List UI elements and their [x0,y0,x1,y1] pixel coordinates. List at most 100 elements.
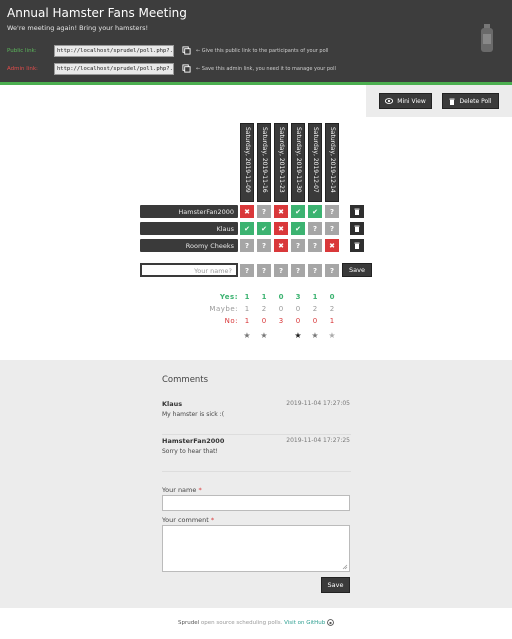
resize-handle-icon[interactable] [342,564,348,570]
no-count: 1 [244,317,250,325]
new-vote-toggle[interactable]: ? [274,264,288,277]
date-header: Saturday, 2019-12-14 [325,123,339,202]
yes-count: 0 [278,293,284,301]
public-link-hint: ← Give this public link to the participa… [196,48,329,54]
no-count: 1 [329,317,335,325]
footer: Sprudel open source scheduling polls. Vi… [0,619,512,626]
vote-yes-cell: ✔ [291,205,305,218]
trash-icon [449,98,455,105]
maybe-count: 1 [244,305,250,313]
trash-icon [354,242,360,249]
admin-link-hint: ← Save this admin link, you need it to m… [196,66,336,72]
best-date-star-icon: ★ [294,331,302,340]
vote-maybe-cell: ? [308,239,322,252]
mini-view-label: Mini View [397,97,426,105]
comment-item: HamsterFan2000 2019-11-04 17:27:25 Sorry… [162,437,351,472]
new-vote-toggle[interactable]: ? [291,264,305,277]
maybe-count: 2 [312,305,318,313]
no-count: 0 [261,317,267,325]
best-date-star-icon: ★ [260,331,268,340]
admin-link-row: Admin link: http://localhost/sprudel/pol… [7,63,407,76]
footer-text: open source scheduling polls. [200,620,283,626]
poll-area [0,85,512,360]
best-date-star-icon: ★ [243,331,251,340]
maybe-count: 0 [295,305,301,313]
trash-icon [354,225,360,232]
date-header: Saturday, 2019-11-16 [257,123,271,202]
poll-description: We're meeting again! Bring your hamsters… [7,24,149,32]
no-count: 0 [312,317,318,325]
copy-icon[interactable] [182,64,191,73]
github-icon[interactable] [327,619,334,626]
your-comment-label: Your comment * [162,516,215,524]
vote-no-cell: ✖ [325,239,339,252]
comments-heading: Comments [162,375,209,385]
comment-text: Sorry to hear that! [162,448,218,455]
delete-poll-button[interactable]: Delete Poll [442,93,499,109]
delete-entry-button[interactable] [350,239,364,252]
comment-name-input[interactable] [162,495,350,511]
public-link-field[interactable]: http://localhost/sprudel/poll.php?... [54,45,174,57]
poll-title: Annual Hamster Fans Meeting [7,6,187,20]
mini-view-button[interactable]: Mini View [379,93,432,109]
footer-brand[interactable]: Sprudel [178,620,199,626]
vote-yes-cell: ✔ [291,222,305,235]
participant-name: Klaus [140,222,238,235]
bottle-icon [481,24,493,52]
vote-maybe-cell: ? [257,205,271,218]
vote-maybe-cell: ? [291,239,305,252]
no-count: 0 [295,317,301,325]
maybe-count: 2 [329,305,335,313]
admin-link-label: Admin link: [7,66,38,72]
save-vote-button[interactable]: Save [342,263,372,277]
page-header: Annual Hamster Fans Meeting We're meetin… [0,0,512,82]
new-vote-toggle[interactable]: ? [240,264,254,277]
date-header: Saturday, 2019-11-09 [240,123,254,202]
vote-maybe-cell: ? [257,239,271,252]
date-header: Saturday, 2019-11-23 [274,123,288,202]
date-header: Saturday, 2019-12-07 [308,123,322,202]
new-vote-toggle[interactable]: ? [257,264,271,277]
comment-time: 2019-11-04 17:27:25 [286,437,350,444]
admin-link-field[interactable]: http://localhost/sprudel/poll.php?... [54,63,174,75]
new-vote-toggle[interactable]: ? [325,264,339,277]
vote-maybe-cell: ? [240,239,254,252]
no-count-label: No: [224,317,238,325]
vote-no-cell: ✖ [240,205,254,218]
comment-textarea[interactable] [162,525,350,572]
maybe-count: 0 [278,305,284,313]
yes-count-label: Yes: [219,293,238,301]
date-header: Saturday, 2019-11-30 [291,123,305,202]
yes-count: 1 [244,293,250,301]
comment-author: Klaus [162,400,183,408]
delete-poll-label: Delete Poll [459,97,492,105]
vote-no-cell: ✖ [274,205,288,218]
new-vote-toggle[interactable]: ? [308,264,322,277]
maybe-count-label: Maybe: [209,305,238,313]
comment-text: My hamster is sick :( [162,411,225,418]
comment-item: Klaus 2019-11-04 17:27:05 My hamster is … [162,400,351,435]
yes-count: 1 [312,293,318,301]
comment-time: 2019-11-04 17:27:05 [286,400,350,407]
vote-maybe-cell: ? [325,222,339,235]
vote-no-cell: ✖ [274,239,288,252]
delete-entry-button[interactable] [350,205,364,218]
yes-count: 0 [329,293,335,301]
public-link-row: Public link: http://localhost/sprudel/po… [7,45,407,58]
delete-entry-button[interactable] [350,222,364,235]
comment-author: HamsterFan2000 [162,437,225,445]
github-link[interactable]: Visit on GitHub [284,620,325,626]
participant-name: Roomy Cheeks [140,239,238,252]
maybe-count: 2 [261,305,267,313]
your-name-input[interactable]: Your name? [140,263,238,277]
copy-icon[interactable] [182,46,191,55]
save-comment-button[interactable]: Save [321,577,350,593]
vote-maybe-cell: ? [308,222,322,235]
yes-count: 3 [295,293,301,301]
vote-yes-cell: ✔ [308,205,322,218]
vote-yes-cell: ✔ [257,222,271,235]
vote-no-cell: ✖ [274,222,288,235]
trash-icon [354,208,360,215]
best-date-star-icon: ★ [328,331,336,340]
eye-icon [385,98,394,104]
